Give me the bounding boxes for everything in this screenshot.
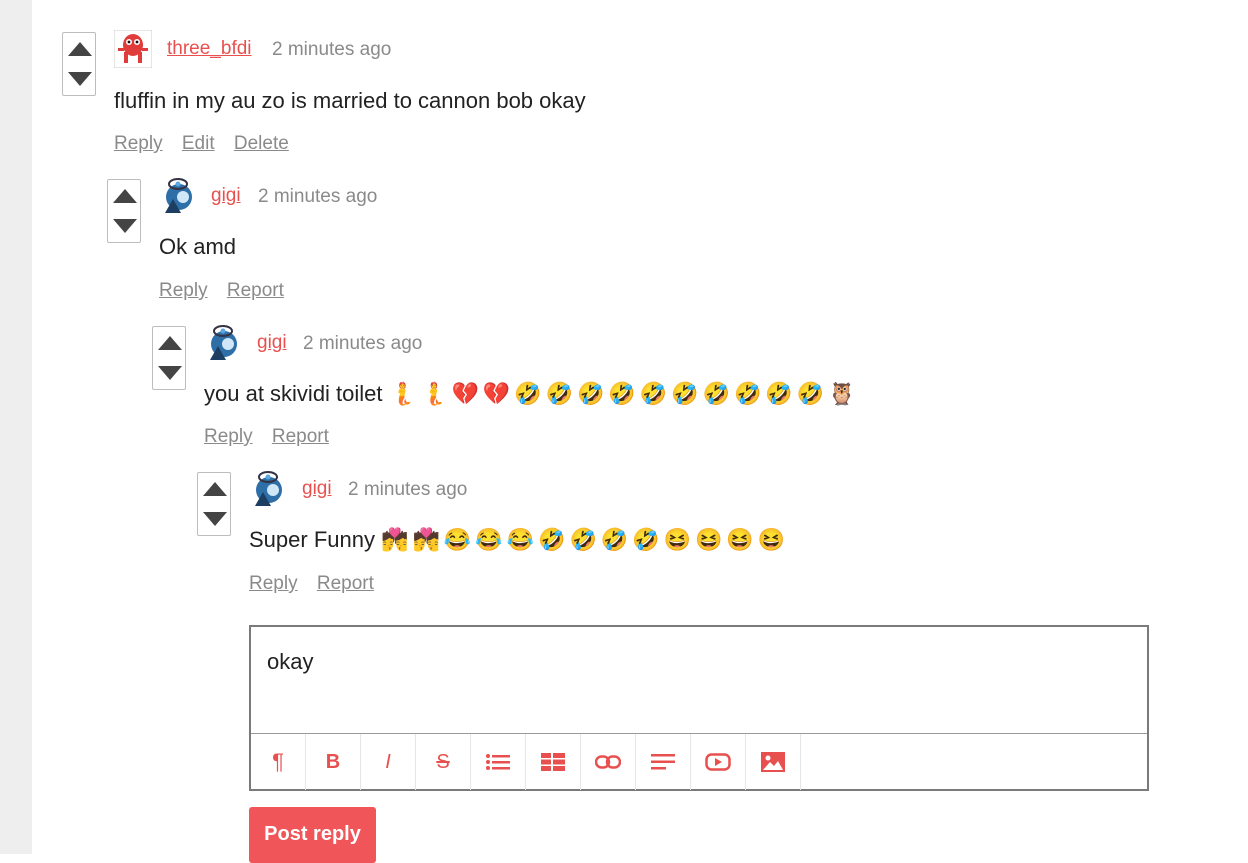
youtube-icon[interactable] bbox=[691, 734, 746, 790]
comment-username[interactable]: gigi bbox=[302, 478, 332, 500]
comment-actions: Reply Report bbox=[159, 280, 298, 302]
upvote-icon[interactable] bbox=[113, 188, 137, 204]
report-link[interactable]: Report bbox=[272, 426, 329, 447]
delete-link[interactable]: Delete bbox=[234, 133, 289, 154]
downvote-icon[interactable] bbox=[113, 218, 137, 234]
edit-link[interactable]: Edit bbox=[182, 133, 215, 154]
align-left-icon[interactable] bbox=[636, 734, 691, 790]
strikethrough-icon[interactable]: S bbox=[416, 734, 471, 790]
comment-username[interactable]: gigi bbox=[211, 185, 241, 207]
reply-link[interactable]: Reply bbox=[249, 573, 298, 594]
report-link[interactable]: Report bbox=[227, 280, 284, 301]
reply-input[interactable]: okay bbox=[267, 649, 313, 675]
comment-actions: Reply Report bbox=[204, 426, 343, 448]
comment-body: Ok amd bbox=[159, 234, 237, 259]
list-icon[interactable] bbox=[471, 734, 526, 790]
comment-username[interactable]: gigi bbox=[257, 332, 287, 354]
upvote-icon[interactable] bbox=[68, 41, 92, 57]
vote-widget bbox=[152, 326, 186, 390]
avatar[interactable] bbox=[114, 30, 152, 68]
downvote-icon[interactable] bbox=[203, 511, 227, 527]
paragraph-icon[interactable]: ¶ bbox=[251, 734, 306, 790]
italic-icon[interactable]: I bbox=[361, 734, 416, 790]
vote-widget bbox=[197, 472, 231, 536]
upvote-icon[interactable] bbox=[203, 481, 227, 497]
avatar[interactable] bbox=[249, 470, 287, 508]
avatar[interactable] bbox=[159, 177, 197, 215]
comment-actions: Reply Edit Delete bbox=[114, 133, 303, 155]
bold-icon[interactable]: B bbox=[306, 734, 361, 790]
table-icon[interactable] bbox=[526, 734, 581, 790]
upvote-icon[interactable] bbox=[158, 335, 182, 351]
vote-widget bbox=[62, 32, 96, 96]
image-icon[interactable] bbox=[746, 734, 801, 790]
vote-widget bbox=[107, 179, 141, 243]
comment-timestamp: 2 minutes ago bbox=[303, 333, 423, 354]
comment-emojis: 💏💏😂😂😂🤣🤣🤣🤣😆😆😆😆 bbox=[381, 527, 790, 552]
avatar[interactable] bbox=[204, 324, 242, 362]
comment-timestamp: 2 minutes ago bbox=[348, 479, 468, 500]
comment-timestamp: 2 minutes ago bbox=[258, 186, 378, 207]
comment-actions: Reply Report bbox=[249, 573, 388, 595]
report-link[interactable]: Report bbox=[317, 573, 374, 594]
editor-toolbar: ¶ B I S bbox=[251, 733, 1147, 790]
comment-emojis: 🧜🧜💔💔🤣🤣🤣🤣🤣🤣🤣🤣🤣🤣🦉 bbox=[388, 381, 860, 406]
downvote-icon[interactable] bbox=[158, 365, 182, 381]
reply-link[interactable]: Reply bbox=[159, 280, 208, 301]
comment-text: you at skividi toilet bbox=[204, 381, 383, 406]
left-gutter bbox=[0, 0, 32, 854]
reply-editor[interactable]: okay ¶ B I S bbox=[249, 625, 1149, 791]
comment-timestamp: 2 minutes ago bbox=[272, 39, 392, 60]
comment-body: you at skividi toilet 🧜🧜💔💔🤣🤣🤣🤣🤣🤣🤣🤣🤣🤣🦉 bbox=[204, 381, 860, 407]
post-reply-button[interactable]: Post reply bbox=[249, 807, 376, 863]
link-icon[interactable] bbox=[581, 734, 636, 790]
reply-link[interactable]: Reply bbox=[114, 133, 163, 154]
comment-body: fluffin in my au zo is married to cannon… bbox=[114, 88, 586, 113]
comment-text: Super Funny bbox=[249, 527, 375, 552]
reply-link[interactable]: Reply bbox=[204, 426, 253, 447]
comment-body: Super Funny 💏💏😂😂😂🤣🤣🤣🤣😆😆😆😆 bbox=[249, 527, 789, 553]
downvote-icon[interactable] bbox=[68, 71, 92, 87]
comment-username[interactable]: three_bfdi bbox=[167, 38, 252, 60]
